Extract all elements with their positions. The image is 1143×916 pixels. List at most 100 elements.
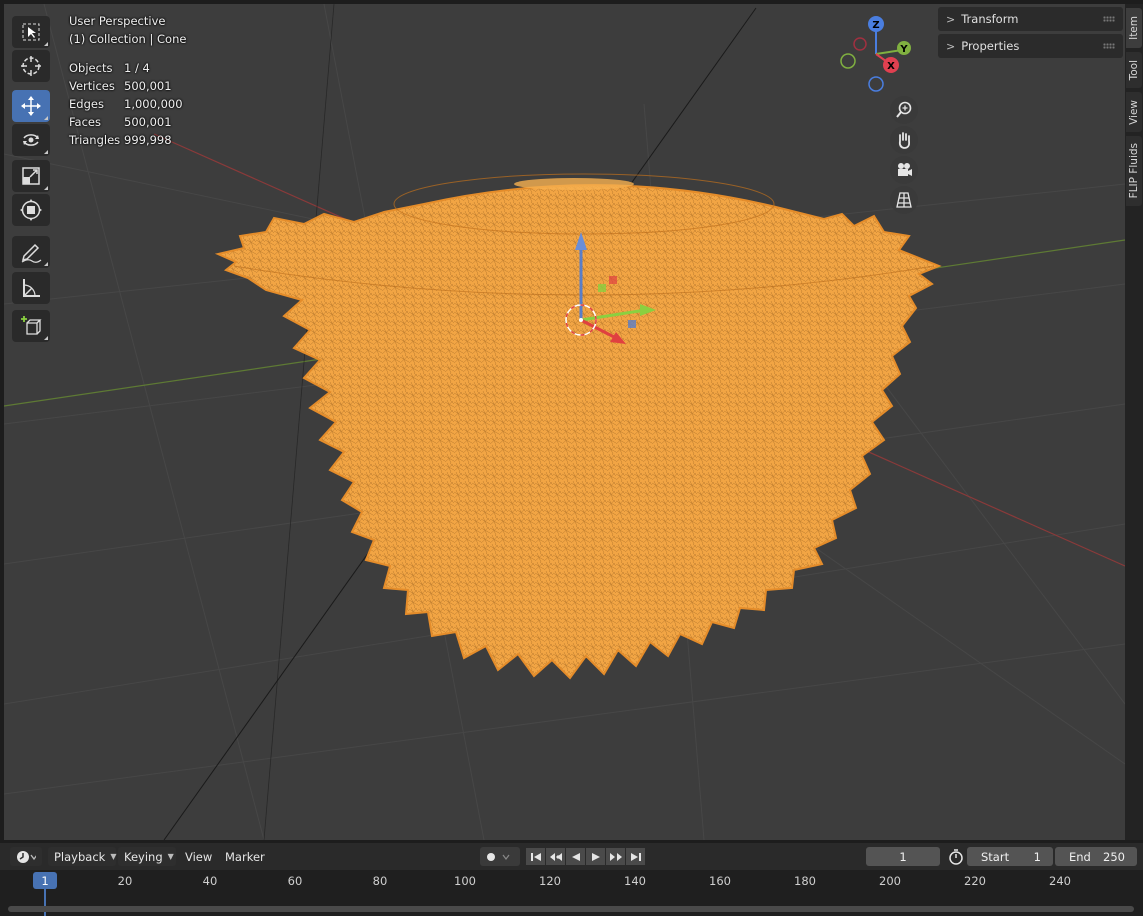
tab-item[interactable]: Item (1126, 8, 1142, 48)
gizmo-x-label: X (887, 61, 895, 72)
stat-triangles-label: Triangles (69, 133, 121, 147)
tab-tool-label: Tool (1128, 59, 1140, 81)
tab-tool[interactable]: Tool (1126, 52, 1142, 88)
frame-tick-label: 60 (287, 874, 303, 888)
frame-tick-label: 160 (709, 874, 731, 888)
select-box-tool[interactable] (12, 16, 50, 48)
play-icon (591, 852, 600, 861)
prev-keyframe-button[interactable] (546, 848, 565, 865)
current-frame-field[interactable]: 1 (866, 847, 940, 866)
start-frame-field[interactable]: Start 1 (967, 847, 1053, 866)
drag-handle-icon[interactable] (1103, 43, 1115, 49)
measure-icon (23, 279, 40, 297)
tab-view[interactable]: View (1126, 92, 1142, 132)
tab-flip-fluids[interactable]: FLIP Fluids (1126, 136, 1142, 206)
stat-triangles-value: 999,998 (124, 133, 172, 147)
tab-item-label: Item (1128, 16, 1140, 40)
playback-menu[interactable]: Playback ▼ (48, 847, 116, 866)
frame-tick-label: 80 (372, 874, 388, 888)
play-reverse-button[interactable] (566, 848, 585, 865)
stat-faces-label: Faces (69, 115, 101, 129)
camera-view-button[interactable] (890, 156, 918, 184)
jump-start-button[interactable] (526, 848, 545, 865)
keying-menu-label: Keying (124, 849, 163, 864)
view-perspective-label: User Perspective (69, 14, 166, 28)
timeline-ruler[interactable]: 20 40 60 80 100 120 140 160 180 200 220 … (0, 870, 1143, 916)
chevron-right-icon: > (946, 39, 956, 53)
gizmo-y-label: Y (899, 44, 908, 55)
select-box-icon (22, 23, 40, 41)
frame-tick-label: 180 (794, 874, 816, 888)
add-cube-tool[interactable] (12, 310, 50, 342)
viewport-canvas[interactable]: Z Y X (4, 4, 1125, 840)
transform-panel[interactable]: > Transform (938, 7, 1123, 31)
stat-faces-value: 500,001 (124, 115, 172, 129)
prev-keyframe-icon (549, 852, 562, 861)
chevron-right-icon: > (946, 12, 956, 26)
chevron-down-icon: ▼ (167, 852, 174, 861)
next-keyframe-icon (609, 852, 622, 861)
end-frame-value: 250 (1103, 849, 1125, 864)
rotate-icon (23, 134, 39, 146)
marker-menu[interactable]: Marker (225, 847, 265, 866)
clock-icon (17, 850, 36, 863)
auto-keying-button[interactable] (480, 847, 520, 866)
properties-panel[interactable]: > Properties (938, 34, 1123, 58)
start-frame-label: Start (981, 849, 1010, 864)
tab-flip-fluids-label: FLIP Fluids (1128, 143, 1140, 199)
cursor-icon (21, 56, 41, 76)
cursor-tool[interactable] (12, 50, 50, 82)
stat-vertices-label: Vertices (69, 79, 115, 93)
annotate-icon (21, 243, 42, 263)
jump-start-icon (530, 852, 541, 861)
timeline-scrollbar[interactable] (8, 906, 1134, 912)
frame-tick-label: 40 (202, 874, 218, 888)
stat-edges-value: 1,000,000 (124, 97, 183, 111)
collection-label: (1) Collection | Cone (69, 32, 187, 46)
frame-tick-label: 220 (964, 874, 986, 888)
start-frame-value: 1 (1033, 849, 1041, 864)
rotate-tool[interactable] (12, 124, 50, 156)
playhead-indicator[interactable]: 1 (33, 872, 57, 889)
frame-tick-label: 200 (879, 874, 901, 888)
zoom-button[interactable] (890, 96, 918, 124)
transform-tool[interactable] (12, 194, 50, 226)
frame-tick-label: 240 (1049, 874, 1071, 888)
scale-icon (22, 167, 40, 185)
move-tool[interactable] (12, 90, 50, 122)
hand-icon (898, 132, 911, 149)
jump-end-icon (630, 852, 641, 861)
frame-tick-label: 120 (539, 874, 561, 888)
frame-tick-label: 140 (624, 874, 646, 888)
zoom-icon (896, 101, 912, 118)
perspective-toggle-button[interactable] (890, 186, 918, 214)
stopwatch-icon (949, 848, 963, 865)
navigation-gizmo: Z Y X (840, 16, 911, 92)
annotate-tool[interactable] (12, 236, 50, 268)
measure-tool[interactable] (12, 272, 50, 304)
view-menu[interactable]: View (185, 847, 212, 866)
chevron-down-icon: ▼ (110, 852, 117, 861)
stat-objects-label: Objects (69, 61, 113, 75)
jump-end-button[interactable] (626, 848, 645, 865)
camera-icon (898, 163, 912, 176)
scale-tool[interactable] (12, 160, 50, 192)
frame-tick-label: 100 (454, 874, 476, 888)
frame-tick-label: 20 (117, 874, 133, 888)
next-keyframe-button[interactable] (606, 848, 625, 865)
end-frame-field[interactable]: End 250 (1055, 847, 1137, 866)
grid-perspective-icon (896, 192, 912, 208)
editor-type-button[interactable] (10, 847, 42, 866)
preview-range-button[interactable] (948, 847, 964, 866)
stat-objects-value: 1 / 4 (124, 61, 150, 75)
add-cube-icon (21, 316, 42, 335)
properties-panel-label: Properties (961, 39, 1020, 53)
tab-view-label: View (1128, 99, 1140, 125)
transform-panel-label: Transform (961, 12, 1019, 26)
drag-handle-icon[interactable] (1103, 16, 1115, 22)
keying-menu[interactable]: Keying ▼ (118, 847, 176, 866)
record-icon (487, 852, 510, 861)
pan-button[interactable] (890, 126, 918, 154)
3d-viewport[interactable]: Z Y X User Perspective (1) Collection | … (4, 4, 1125, 840)
play-button[interactable] (586, 848, 605, 865)
